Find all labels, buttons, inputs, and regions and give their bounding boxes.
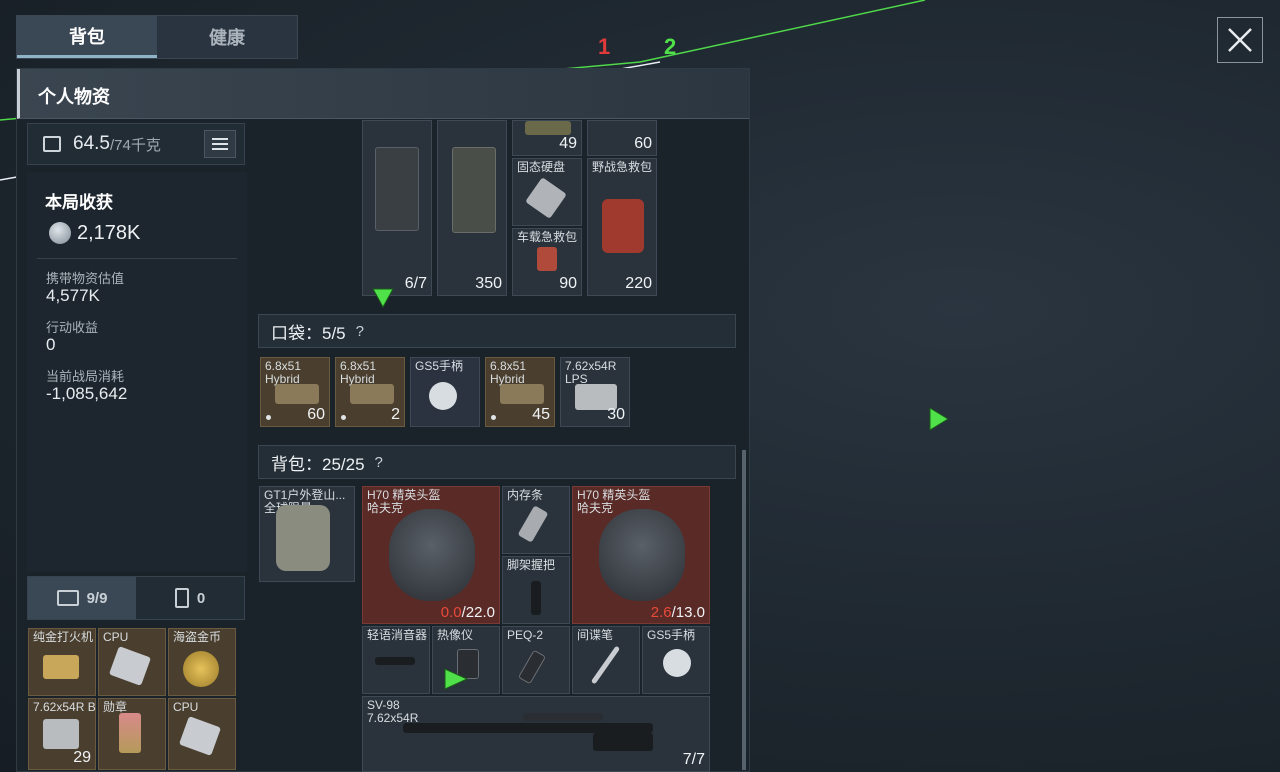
inventory-slot[interactable]: 49 [512,120,582,156]
inventory-slot[interactable]: 纯金打火机 [28,628,96,696]
close-icon [1228,28,1252,52]
inventory-slot[interactable]: 勋章 [98,698,166,770]
inventory-slot[interactable]: 脚架握把 [502,556,570,624]
side-tabs: 9/9 0 [27,576,245,620]
weight-icon [43,136,61,152]
inventory-slot[interactable]: H70 精英头盔 哈夫克 0.0/22.0 [362,486,500,624]
inventory-slot[interactable]: 6/7 [362,120,432,296]
stat-label: 当前战局消耗 [46,369,125,384]
inventory-slot[interactable]: 6.8x51 Hybrid 60 [260,357,330,427]
backpack-label: 背包：25/25 [271,454,365,474]
inventory-slot[interactable]: 7.62x54R LPS 30 [560,357,630,427]
harvest-title: 本局收获 [45,193,113,212]
inventory-slot[interactable]: 6.8x51 Hybrid 45 [485,357,555,427]
help-icon[interactable]: ? [375,454,383,471]
inventory-slot[interactable]: GT1户外登山... 全球限量 [259,486,355,582]
pocket-header: 口袋：5/5? [258,314,736,348]
inventory-slot[interactable]: 内存条 [502,486,570,554]
inventory-slot[interactable]: SV-98 7.62x54R 7/7 [362,696,710,772]
stat-value: 0 [46,335,56,354]
list-view-button[interactable] [204,130,236,158]
inventory-slot[interactable]: 固态硬盘 [512,158,582,226]
weight-bar: 64.5/74千克 [27,123,245,165]
stat-label: 携带物资估值 [46,271,125,286]
coin-icon [49,222,71,244]
inventory-slot[interactable]: GS5手柄 [410,357,480,427]
marker-green-label: 2 [664,34,677,59]
inventory-slot[interactable]: 350 [437,120,507,296]
trash-icon [174,588,189,608]
inventory-slot[interactable]: 6.8x51 Hybrid 2 [335,357,405,427]
inventory-slot[interactable]: CPU [168,698,236,770]
pocket-label: 口袋：5/5 [271,323,346,343]
harvest-summary: 本局收获 2,178K 携带物资估值 4,577K 行动收益 0 当前战局消耗 … [27,172,247,572]
stat-label: 行动收益 [46,320,99,335]
pointer-marker-icon [444,668,468,690]
marker-red-label: 1 [598,34,611,59]
harvest-value: 2,178K [77,222,141,244]
tab-secure-case[interactable]: 9/9 [28,577,136,619]
stat-value: -1,085,642 [46,384,128,403]
weight-value: 64.5 [73,133,110,154]
tab-health[interactable]: 健康 [157,16,297,58]
other-count: 0 [196,589,206,607]
inventory-slot[interactable]: 车载急救包 90 [512,228,582,296]
panel-header: 个人物资 [17,69,749,119]
inventory-slot[interactable]: CPU [98,628,166,696]
divider [37,258,237,259]
scrollbar[interactable] [742,450,746,770]
case-count: 9/9 [86,589,108,607]
inventory-slot[interactable]: 间谍笔 [572,626,640,694]
inventory-slot[interactable]: 轻语消音器 [362,626,430,694]
weight-max: /74千克 [109,136,161,154]
inventory-slot[interactable]: 海盗金币 [168,628,236,696]
inventory-slot[interactable]: 60 [587,120,657,156]
tab-backpack[interactable]: 背包 [17,16,157,58]
inventory-slot[interactable]: H70 精英头盔 哈夫克 2.6/13.0 [572,486,710,624]
panel-title: 个人物资 [38,87,110,107]
tab-other[interactable]: 0 [136,577,244,619]
inventory-slot[interactable]: GS5手柄 [642,626,710,694]
briefcase-icon [56,590,79,606]
stat-value: 4,577K [46,286,100,305]
close-button[interactable] [1217,17,1263,63]
backpack-header: 背包：25/25? [258,445,736,479]
inventory-slot[interactable]: 7.62x54R B 29 [28,698,96,770]
inventory-slot[interactable]: PEQ-2 [502,626,570,694]
help-icon[interactable]: ? [356,323,364,340]
inventory-slot[interactable]: 野战急救包 220 [587,158,657,296]
top-tabs: 背包 健康 [16,15,298,59]
pointer-marker-icon [372,288,394,308]
pointer-marker-icon [929,407,949,431]
